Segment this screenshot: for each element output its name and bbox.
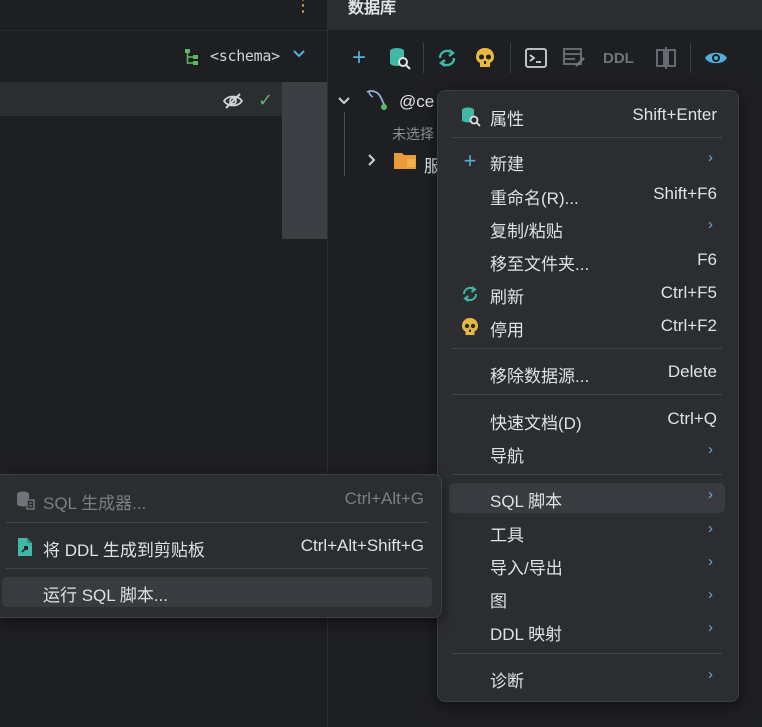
- menu-item-shortcut: Ctrl+F2: [660, 316, 717, 335]
- menu-separator: [452, 137, 722, 138]
- console-icon[interactable]: [523, 45, 549, 71]
- plus-icon: +: [463, 148, 477, 173]
- menu-separator: [452, 474, 722, 475]
- compare-icon[interactable]: [653, 45, 679, 71]
- menu-item-label: 新建: [490, 155, 524, 174]
- refresh-icon: [462, 286, 478, 302]
- database-panel-title: 数据库: [348, 0, 397, 17]
- menu-item-rename[interactable]: 重命名(R)... Shift+F6: [449, 180, 725, 210]
- schema-selector[interactable]: <schema>: [210, 47, 280, 65]
- menu-item-label: 移除数据源...: [490, 367, 590, 386]
- tree-collapsed-chevron-icon[interactable]: [366, 152, 378, 172]
- submenu-arrow-icon: ›: [708, 149, 713, 166]
- menu-item-ddl-mapping[interactable]: DDL 映射 ›: [449, 616, 725, 646]
- edit-table-icon[interactable]: [561, 45, 587, 71]
- submenu-item-shortcut: Ctrl+Alt+Shift+G: [300, 536, 424, 555]
- toolbar-separator: [690, 43, 691, 73]
- menu-item-copy-paste[interactable]: 复制/粘贴 ›: [449, 213, 725, 243]
- schema-tree-icon: [185, 49, 198, 65]
- submenu-item-label: SQL 生成器...: [43, 494, 147, 513]
- menu-item-sql-scripts[interactable]: SQL 脚本 ›: [449, 483, 725, 513]
- menu-item-label: 重命名(R)...: [490, 189, 579, 208]
- editor-top-strip: [0, 0, 327, 31]
- submenu-arrow-icon: ›: [708, 486, 713, 503]
- menu-item-label: 导入/导出: [490, 559, 563, 578]
- menu-item-quick-doc[interactable]: 快速文档(D) Ctrl+Q: [449, 405, 725, 435]
- sql-generator-icon: [17, 491, 35, 510]
- menu-item-shortcut: Ctrl+Q: [667, 409, 717, 428]
- menu-item-label: 属性: [490, 110, 524, 129]
- tree-guide-line: [344, 112, 345, 176]
- menu-item-shortcut: Delete: [667, 362, 717, 381]
- submenu-arrow-icon: ›: [708, 586, 713, 603]
- submenu-arrow-icon: ›: [708, 441, 713, 458]
- menu-item-label: 移至文件夹...: [490, 255, 590, 274]
- folder-icon: [394, 153, 416, 169]
- menu-item-label: 图: [490, 592, 507, 611]
- tree-expand-chevron-icon[interactable]: [337, 92, 351, 112]
- menu-item-label: 导航: [490, 447, 524, 466]
- menu-separator: [452, 653, 722, 654]
- menu-item-diagnostics[interactable]: 诊断 ›: [449, 663, 725, 693]
- menu-item-import-export[interactable]: 导入/导出 ›: [449, 550, 725, 580]
- menu-item-label: 诊断: [490, 672, 524, 691]
- kebab-menu-icon[interactable]: ⋮: [294, 0, 312, 14]
- menu-item-navigate[interactable]: 导航 ›: [449, 438, 725, 468]
- submenu-arrow-icon: ›: [708, 666, 713, 683]
- add-icon[interactable]: +: [346, 44, 372, 71]
- check-icon[interactable]: ✓: [258, 90, 273, 111]
- menu-item-label: 快速文档(D): [490, 414, 582, 433]
- menu-item-shortcut: Ctrl+F5: [660, 283, 717, 302]
- menu-item-diagram[interactable]: 图 ›: [449, 583, 725, 613]
- menu-item-move-to-folder[interactable]: 移至文件夹... F6: [449, 246, 725, 276]
- menu-item-shortcut: F6: [697, 250, 717, 269]
- chevron-down-icon[interactable]: [292, 47, 306, 63]
- menu-item-label: 停用: [490, 321, 524, 340]
- skull-icon: [462, 318, 478, 335]
- refresh-icon[interactable]: [434, 45, 460, 71]
- eye-icon[interactable]: [703, 45, 729, 71]
- menu-separator: [452, 348, 722, 349]
- ddl-clipboard-icon: [18, 538, 32, 556]
- submenu-item-ddl-to-clipboard[interactable]: 将 DDL 生成到剪贴板 Ctrl+Alt+Shift+G: [2, 532, 432, 562]
- datasource-node[interactable]: @ce: [399, 92, 434, 112]
- submenu-item-shortcut: Ctrl+Alt+G: [344, 489, 424, 508]
- no-schema-selected-label: 未选择: [392, 126, 434, 142]
- datasource-properties-icon: [462, 107, 481, 127]
- submenu-item-sql-generator[interactable]: SQL 生成器... Ctrl+Alt+G: [2, 485, 432, 515]
- menu-item-new[interactable]: + 新建 ›: [449, 146, 725, 176]
- menu-item-shortcut: Shift+Enter: [632, 105, 717, 124]
- submenu-separator: [6, 568, 428, 569]
- submenu-item-label: 运行 SQL 脚本...: [43, 586, 169, 605]
- menu-item-refresh[interactable]: 刷新 Ctrl+F5: [449, 279, 725, 309]
- submenu-item-run-sql-script[interactable]: 运行 SQL 脚本...: [2, 577, 432, 607]
- datasource-properties-icon[interactable]: [386, 45, 412, 71]
- menu-item-label: 刷新: [490, 288, 524, 307]
- toolbar-separator: [510, 43, 511, 73]
- submenu-item-label: 将 DDL 生成到剪贴板: [43, 541, 205, 560]
- submenu-arrow-icon: ›: [708, 520, 713, 537]
- menu-separator: [452, 394, 722, 395]
- submenu-arrow-icon: ›: [708, 553, 713, 570]
- submenu-arrow-icon: ›: [708, 619, 713, 636]
- submenu-arrow-icon: ›: [708, 216, 713, 233]
- menu-item-shortcut: Shift+F6: [653, 184, 717, 203]
- toolbar-separator: [423, 43, 424, 73]
- submenu-separator: [6, 522, 428, 523]
- scrollbar-thumb[interactable]: [282, 82, 327, 239]
- menu-item-label: 复制/粘贴: [490, 222, 563, 241]
- ddl-button[interactable]: DDL: [603, 50, 634, 67]
- menu-item-remove-datasource[interactable]: 移除数据源... Delete: [449, 358, 725, 388]
- menu-item-label: SQL 脚本: [490, 492, 563, 511]
- menu-item-label: DDL 映射: [490, 625, 563, 644]
- menu-item-deactivate[interactable]: 停用 Ctrl+F2: [449, 312, 725, 342]
- menu-item-properties[interactable]: 属性 Shift+Enter: [449, 101, 725, 131]
- eye-off-icon[interactable]: [222, 92, 244, 110]
- menu-item-label: 工具: [490, 526, 524, 545]
- mysql-dolphin-icon: [366, 90, 387, 110]
- skull-icon[interactable]: [472, 45, 498, 71]
- sql-scripts-submenu: SQL 生成器... Ctrl+Alt+G 将 DDL 生成到剪贴板 Ctrl+…: [0, 474, 442, 618]
- menu-item-tools[interactable]: 工具 ›: [449, 517, 725, 547]
